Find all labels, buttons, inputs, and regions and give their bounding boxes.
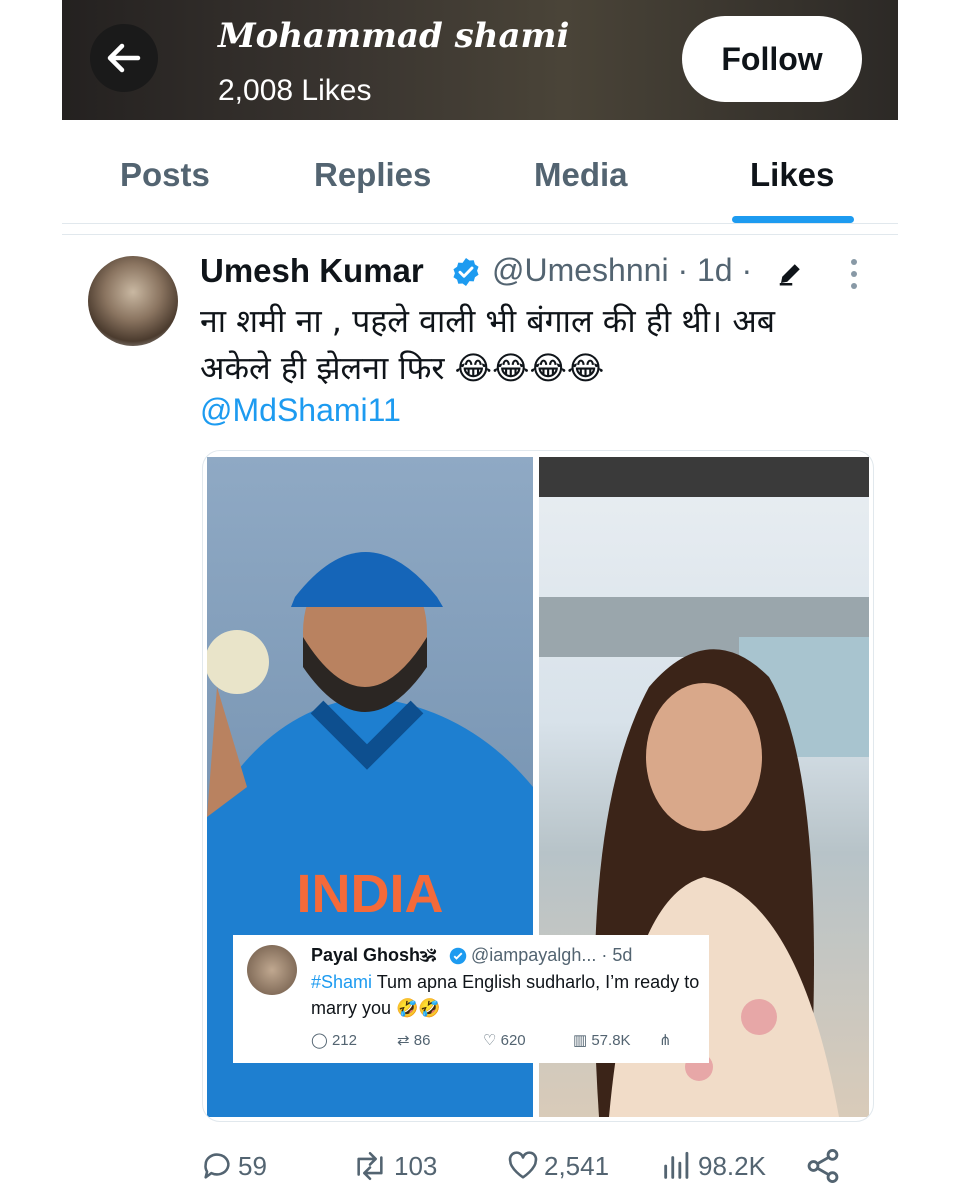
reply-icon: ◯	[311, 1032, 332, 1049]
back-button[interactable]	[90, 24, 158, 92]
tweet-text: ना शमी ना , पहले वाली भी बंगाल की ही थी।…	[200, 298, 860, 392]
quoted-reply-count: ◯ 212	[311, 1032, 357, 1049]
like-button[interactable]: 2,541	[506, 1146, 609, 1186]
tweet-text-line: अकेले ही झेलना फिर 😂😂😂😂	[200, 349, 605, 387]
repost-icon: ⇄	[397, 1032, 414, 1049]
tweet-text-line: ना शमी ना , पहले वाली भी बंगाल की ही थी।…	[200, 302, 776, 340]
repost-icon	[357, 1151, 383, 1181]
like-count: 2,541	[544, 1150, 610, 1181]
reply-count: 59	[238, 1150, 267, 1181]
reply-icon	[204, 1153, 230, 1179]
verified-badge-icon	[453, 258, 479, 286]
tweet-media[interactable]: INDIA Payal Ghosh🕉 @iampayalgh... · 5d #…	[202, 450, 874, 1122]
quoted-handle-time: @iampayalgh... · 5d	[471, 945, 633, 965]
tabs-divider	[62, 223, 898, 224]
follow-button[interactable]: Follow	[682, 16, 862, 102]
reply-button[interactable]: 59	[200, 1146, 267, 1186]
mention-link[interactable]: @MdShami11	[200, 392, 401, 429]
share-icon: ⋔	[659, 1032, 672, 1049]
tweet-actions: 59 103 2,541 98.2K	[200, 1146, 860, 1186]
tab-replies[interactable]: Replies	[314, 156, 431, 194]
tab-media[interactable]: Media	[534, 156, 628, 194]
quoted-like-count: ♡ 620	[483, 1032, 526, 1049]
quoted-author-name: Payal Ghosh🕉	[311, 945, 437, 965]
repost-button[interactable]: 103	[350, 1146, 437, 1186]
tabs-divider-secondary	[62, 234, 898, 235]
edit-icon	[779, 264, 800, 286]
share-icon	[807, 1149, 839, 1183]
tab-likes[interactable]: Likes	[750, 156, 834, 194]
jersey-text: INDIA	[297, 864, 444, 924]
quoted-text: #Shami Tum apna English sudharlo, I’m re…	[311, 969, 701, 1021]
arrow-left-icon	[107, 43, 141, 73]
profile-name: Mohammad shami	[218, 16, 570, 56]
tweet-handle-time: @Umeshnni · 1d ·	[492, 252, 753, 288]
repost-count: 103	[394, 1150, 438, 1181]
verified-badge-icon	[449, 947, 467, 965]
views-button[interactable]: 98.2K	[660, 1146, 766, 1186]
quoted-repost-count: ⇄ 86	[397, 1032, 431, 1049]
profile-tabs: Posts Replies Media Likes	[62, 130, 898, 224]
more-options-icon[interactable]	[836, 254, 872, 294]
likes-count: 2,008 Likes	[218, 74, 372, 107]
views-icon	[664, 1151, 689, 1179]
profile-header: Mohammad shami 2,008 Likes Follow	[62, 0, 898, 120]
avatar[interactable]	[88, 256, 178, 346]
quoted-tweet[interactable]: Payal Ghosh🕉 @iampayalgh... · 5d #Shami …	[233, 935, 709, 1063]
quoted-view-count: ▥ 57.8K	[573, 1032, 631, 1049]
active-tab-indicator	[732, 216, 854, 223]
heart-icon: ♡	[483, 1032, 501, 1049]
views-icon: ▥	[573, 1032, 592, 1049]
quoted-avatar[interactable]	[247, 945, 297, 995]
quoted-hashtag[interactable]: #Shami	[311, 972, 372, 992]
heart-icon	[508, 1151, 538, 1179]
tweet-author-name[interactable]: Umesh Kumar	[200, 252, 424, 290]
view-count: 98.2K	[698, 1150, 766, 1181]
share-button[interactable]	[804, 1146, 842, 1186]
tab-posts[interactable]: Posts	[120, 156, 210, 194]
